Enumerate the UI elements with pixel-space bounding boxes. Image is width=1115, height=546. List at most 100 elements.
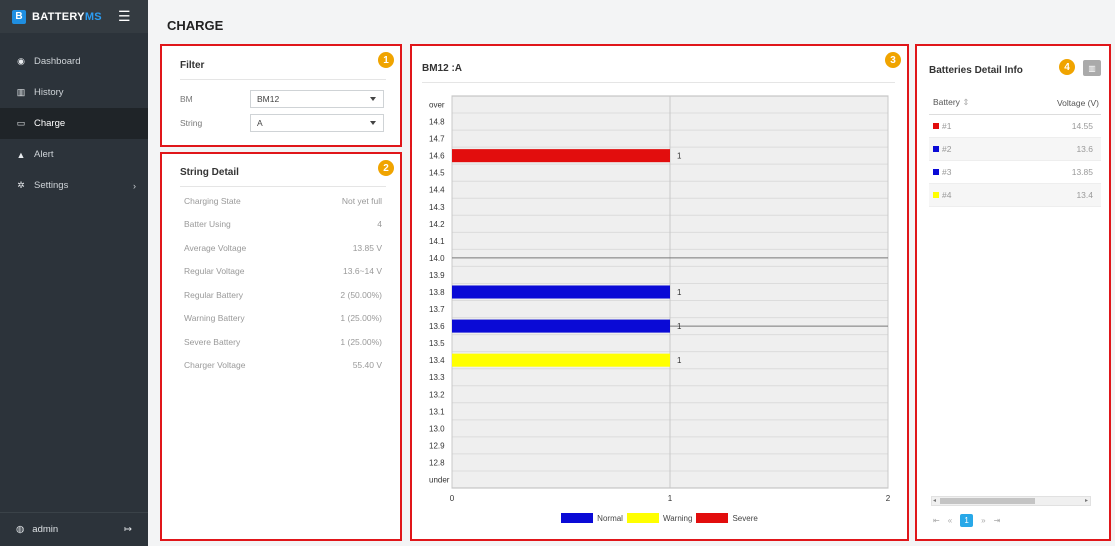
legend-item-severe[interactable]: Severe (696, 513, 758, 523)
table-row[interactable]: #3 13.85 (929, 160, 1101, 184)
legend-label: Warning (662, 513, 693, 523)
y-tick-label: under (429, 475, 450, 484)
table-row[interactable]: #4 13.4 (929, 183, 1101, 207)
detail-row: Warning Battery 1 (25.00%) (180, 307, 386, 331)
detail-value: 4 (377, 219, 382, 230)
battery-cell: #2 (929, 137, 1008, 161)
prev-page-icon[interactable]: « (948, 516, 952, 525)
y-tick-label: 13.8 (429, 288, 445, 297)
username[interactable]: admin (32, 524, 58, 535)
battery-cell: #4 (929, 183, 1008, 207)
status-square (933, 192, 939, 199)
page-title: CHARGE (167, 18, 224, 33)
y-tick-label: 14.3 (429, 203, 445, 212)
string-select[interactable]: A (250, 114, 384, 132)
legend-label: Normal (597, 513, 623, 523)
scrollbar-thumb[interactable] (940, 498, 1035, 504)
battery-id: #1 (942, 120, 952, 131)
bar-data-label: 1 (677, 356, 682, 365)
menu-toggle-icon[interactable]: ☰ (118, 8, 131, 25)
chevron-down-icon (370, 121, 376, 125)
detail-row: Severe Battery 1 (25.00%) (180, 330, 386, 354)
string-label: String (180, 118, 203, 128)
chart-toggle-button[interactable]: ▥ (1083, 60, 1101, 76)
brand-bar: B BATTERYMS ☰ (0, 0, 148, 33)
brand-name: BATTERYMS (32, 11, 102, 23)
detail-label: Charger Voltage (184, 360, 246, 371)
detail-row: Regular Battery 2 (50.00%) (180, 283, 386, 307)
bm-select[interactable]: BM12 (250, 90, 384, 108)
scroll-left-icon[interactable]: ◂ (933, 497, 936, 504)
battery-icon: ▭ (16, 118, 26, 128)
sidebar-item-label: Charge (34, 118, 66, 129)
logout-icon[interactable]: ↦ (124, 524, 132, 535)
scroll-right-icon[interactable]: ▸ (1085, 497, 1088, 504)
filter-title: Filter (180, 60, 386, 80)
battery-id: #2 (942, 143, 952, 154)
voltage-column-header[interactable]: Voltage (V) (1007, 92, 1101, 115)
bar-data-label: 1 (677, 152, 682, 161)
chart-title: BM12 :A (422, 63, 895, 83)
badge-3: 3 (885, 52, 901, 68)
last-page-icon[interactable]: ⇥ (994, 516, 1001, 525)
y-tick-label: 14.6 (429, 152, 445, 161)
detail-label: Regular Battery (184, 289, 244, 300)
legend-item-normal[interactable]: Normal (561, 513, 623, 523)
y-tick-label: 14.0 (429, 254, 445, 263)
badge-1: 1 (378, 52, 394, 68)
bm-select-value: BM12 (257, 94, 280, 104)
sidebar-item-settings[interactable]: ✲ Settings › (0, 170, 148, 201)
y-tick-label: 13.5 (429, 339, 445, 348)
detail-label: Warning Battery (184, 313, 245, 324)
battery-column-header[interactable]: Battery ⇕ (929, 92, 1008, 115)
chart-panel: 3 BM12 :A over 14.8 14.7 14.6 14.5 14.4 14.3 14… (410, 44, 909, 541)
battery-id: #3 (942, 166, 952, 177)
table-row[interactable]: #1 14.55 (929, 114, 1101, 138)
next-page-icon[interactable]: » (981, 516, 985, 525)
x-tick-label: 0 (450, 494, 455, 503)
y-tick-label: 12.9 (429, 441, 445, 450)
legend-item-warning[interactable]: Warning (626, 513, 693, 523)
chart-legend: Normal Warning Severe (412, 513, 907, 523)
badge-2: 2 (378, 160, 394, 176)
filter-panel: 1 Filter BM BM12 String A (160, 44, 402, 147)
table-row[interactable]: #2 13.6 (929, 137, 1101, 161)
brand-name-accent: MS (84, 10, 102, 23)
pagination: ⇤ « 1 » ⇥ (933, 514, 1000, 527)
legend-swatch (626, 513, 659, 523)
detail-label: Severe Battery (184, 336, 241, 347)
sidebar-item-label: History (34, 87, 64, 98)
sidebar-item-dashboard[interactable]: ◉ Dashboard (0, 46, 148, 77)
chevron-down-icon (370, 97, 376, 101)
sidebar-item-alert[interactable]: ▲ Alert (0, 139, 148, 170)
first-page-icon[interactable]: ⇤ (933, 516, 940, 525)
string-detail-list: Charging State Not yet full Batter Using 4… (180, 189, 386, 377)
status-square (933, 123, 939, 130)
page-current[interactable]: 1 (960, 514, 974, 527)
table-header-row: Battery ⇕ Voltage (V) (929, 92, 1101, 115)
y-tick-label: 13.4 (429, 356, 445, 365)
detail-value: 13.6~14 V (343, 266, 382, 277)
bar-severe (452, 149, 670, 163)
battery-cell: #3 (929, 160, 1008, 184)
detail-row: Batter Using 4 (180, 213, 386, 237)
table-horizontal-scrollbar[interactable]: ◂ ▸ (931, 496, 1091, 506)
dashboard-icon: ◉ (17, 56, 25, 66)
voltage-cell: 13.6 (1007, 137, 1101, 161)
x-tick-label: 2 (886, 494, 891, 503)
bar-chart-icon: ▥ (1088, 63, 1096, 73)
battery-detail-panel: 4 ▥ Batteries Detail Info Battery ⇕ Volt… (915, 44, 1111, 541)
user-icon: ◍ (16, 524, 25, 535)
sidebar-footer: ◍ admin ↦ (0, 512, 148, 546)
sidebar-item-charge[interactable]: ▭ Charge (0, 108, 148, 139)
filter-bm-row: BM BM12 (180, 90, 386, 108)
y-tick-label: 12.8 (429, 458, 445, 467)
sidebar-nav: ◉ Dashboard ▥ History ▭ Charge ▲ Alert ✲… (0, 46, 148, 201)
bar-data-label: 1 (677, 288, 682, 297)
voltage-cell: 13.4 (1007, 183, 1101, 207)
voltage-cell: 13.85 (1007, 160, 1101, 184)
chevron-right-icon: › (133, 180, 136, 191)
sidebar-item-history[interactable]: ▥ History (0, 77, 148, 108)
x-tick-label: 1 (668, 494, 673, 503)
y-tick-label: 14.7 (429, 135, 445, 144)
